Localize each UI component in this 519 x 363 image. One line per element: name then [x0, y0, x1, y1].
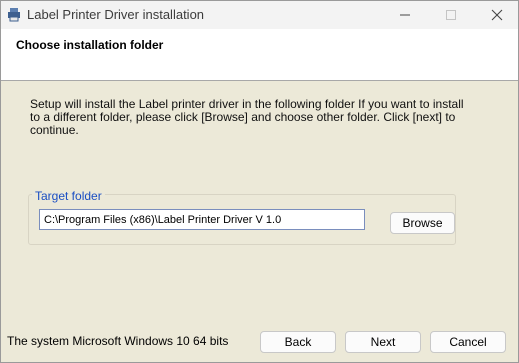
setup-description: Setup will install the Label printer dri…: [30, 97, 464, 137]
installer-window: Label Printer Driver installation Choose…: [0, 0, 519, 363]
next-button[interactable]: Next: [345, 331, 421, 353]
minimize-icon[interactable]: [391, 5, 419, 25]
close-icon[interactable]: [483, 5, 511, 25]
cancel-button[interactable]: Cancel: [430, 331, 506, 353]
window-title: Label Printer Driver installation: [27, 7, 205, 22]
back-button[interactable]: Back: [260, 331, 336, 353]
system-status-text: The system Microsoft Windows 10 64 bits: [7, 334, 229, 348]
target-folder-input[interactable]: [39, 209, 365, 230]
target-folder-label: Target folder: [32, 189, 105, 203]
title-bar[interactable]: Label Printer Driver installation: [1, 1, 518, 29]
page-title: Choose installation folder: [16, 38, 164, 52]
browse-button[interactable]: Browse: [390, 212, 455, 234]
installer-icon: [7, 7, 21, 22]
header-banner: Choose installation folder: [1, 29, 518, 81]
maximize-icon: [437, 5, 465, 25]
